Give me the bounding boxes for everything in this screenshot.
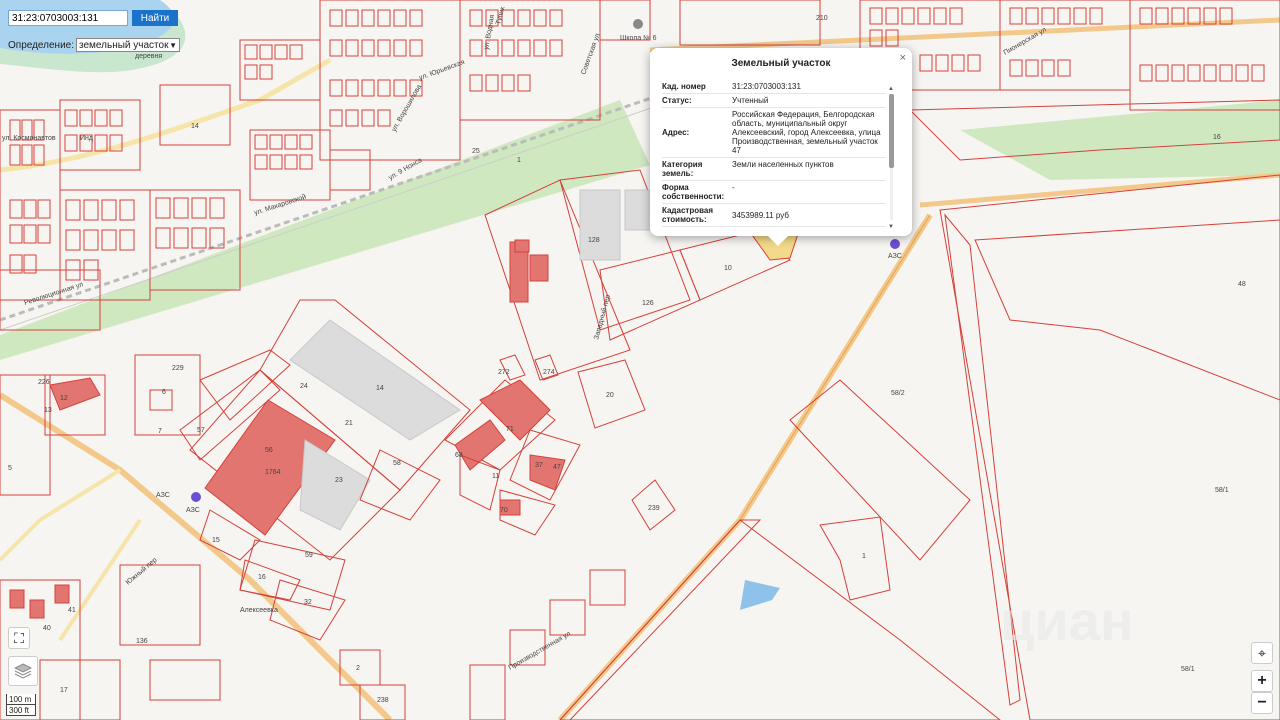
svg-text:16: 16 [1213, 134, 1221, 141]
svg-text:23: 23 [335, 477, 343, 484]
gas-station-icon[interactable] [890, 239, 900, 249]
svg-text:20: 20 [606, 392, 614, 399]
svg-text:13: 13 [44, 407, 52, 414]
popup-row: Кадастровая стоимость: 3453989.11 руб [662, 204, 886, 227]
definition-label: Определение: [8, 39, 75, 51]
svg-text:210: 210 [816, 15, 828, 22]
definition-row: Определение: земельный участок ▼ [8, 38, 181, 52]
svg-text:25: 25 [472, 148, 480, 155]
svg-text:12: 12 [60, 395, 68, 402]
svg-text:1: 1 [862, 553, 866, 560]
scale-bar: 100 m 300 ft [6, 694, 36, 716]
svg-text:1: 1 [517, 157, 521, 164]
label-street-kosmonavtov: ул. Космонавтов [2, 135, 56, 142]
svg-text:58: 58 [393, 460, 401, 467]
close-icon[interactable]: × [900, 52, 906, 64]
popup-row: Категория земель: Земли населенных пункт… [662, 158, 886, 181]
svg-text:274: 274 [543, 369, 555, 376]
svg-text:136: 136 [136, 638, 148, 645]
scroll-down-icon[interactable]: ▼ [888, 224, 894, 230]
svg-text:68: 68 [455, 452, 463, 459]
svg-text:37: 37 [535, 462, 543, 469]
svg-text:70: 70 [500, 507, 508, 514]
popup-title: Земельный участок [731, 58, 831, 69]
fullscreen-button[interactable]: ⛶ [8, 627, 30, 649]
svg-text:57: 57 [197, 427, 205, 434]
label-azs-2: АЗС [186, 507, 200, 514]
label-azs-3: АЗС [156, 492, 170, 499]
svg-text:16: 16 [258, 574, 266, 581]
svg-text:1764: 1764 [265, 469, 281, 476]
svg-text:48: 48 [1238, 281, 1246, 288]
label-school: Школа № 6 [620, 35, 657, 42]
svg-text:239: 239 [648, 505, 660, 512]
layers-button[interactable] [8, 656, 38, 686]
chevron-down-icon: ▼ [169, 40, 178, 50]
svg-text:11: 11 [492, 473, 499, 480]
svg-text:40: 40 [43, 625, 51, 632]
svg-text:58/1: 58/1 [1181, 666, 1195, 673]
svg-text:238: 238 [377, 697, 389, 704]
label-ind: Инд [80, 135, 93, 142]
svg-text:10: 10 [724, 265, 732, 272]
popup-row: Статус: Учтенный [662, 94, 886, 108]
popup-row: Форма собственности: - [662, 181, 886, 204]
parcel-info-popup: Земельный участок × Кад. номер 31:23:070… [650, 48, 912, 236]
svg-text:128: 128 [588, 237, 600, 244]
layers-icon [14, 663, 32, 679]
scale-meters: 100 m [6, 694, 36, 705]
svg-text:7: 7 [158, 428, 162, 435]
svg-text:6: 6 [162, 389, 166, 396]
fullscreen-icon: ⛶ [14, 629, 24, 646]
scroll-up-icon[interactable]: ▲ [888, 86, 894, 92]
popup-body: Кад. номер 31:23:0703003:131 Статус: Учт… [662, 80, 886, 230]
search-input[interactable] [8, 10, 128, 26]
scale-feet: 300 ft [6, 705, 36, 716]
cadastral-map[interactable]: Школа № 6 деревня ул. Космонавтов ул. Ма… [0, 0, 1280, 720]
label-alekseevka: Алексеевка [240, 607, 278, 614]
locate-button[interactable]: ⌖ [1251, 642, 1273, 664]
scrollbar-thumb[interactable] [889, 94, 894, 168]
svg-text:15: 15 [212, 537, 220, 544]
svg-text:2: 2 [356, 665, 360, 672]
popup-row: Уточненная [662, 227, 886, 230]
popup-row: Адрес: Российская Федерация, Белгородска… [662, 108, 886, 158]
popup-row: Кад. номер 31:23:0703003:131 [662, 80, 886, 94]
label-azs-1: АЗС [888, 253, 902, 260]
search-button[interactable]: Найти [132, 10, 178, 26]
svg-text:14: 14 [376, 385, 384, 392]
zoom-in-button[interactable]: + [1251, 670, 1273, 692]
search-bar: Найти [8, 10, 180, 26]
popup-scrollbar[interactable]: ▲ ▼ [888, 86, 894, 234]
svg-text:14: 14 [191, 123, 199, 130]
definition-select[interactable]: земельный участок ▼ [76, 38, 181, 52]
svg-text:24: 24 [300, 383, 308, 390]
svg-text:58/2: 58/2 [891, 390, 905, 397]
school-icon[interactable] [633, 19, 643, 29]
zoom-out-button[interactable]: − [1251, 692, 1273, 714]
watermark: циан [1000, 589, 1134, 652]
svg-text:126: 126 [642, 300, 654, 307]
svg-text:226: 226 [38, 379, 50, 386]
svg-text:21: 21 [345, 420, 353, 427]
svg-text:17: 17 [60, 687, 68, 694]
popup-pointer [768, 236, 788, 246]
locate-icon: ⌖ [1258, 644, 1266, 661]
svg-text:229: 229 [172, 365, 184, 372]
gas-station-icon[interactable] [191, 492, 201, 502]
svg-text:272: 272 [498, 369, 510, 376]
svg-text:59: 59 [305, 552, 313, 559]
svg-text:58/1: 58/1 [1215, 487, 1229, 494]
svg-text:56: 56 [265, 447, 273, 454]
svg-text:71: 71 [506, 426, 514, 433]
svg-text:5: 5 [8, 465, 12, 472]
svg-text:41: 41 [68, 607, 76, 614]
svg-text:32: 32 [304, 599, 312, 606]
definition-value: земельный участок [79, 39, 169, 51]
svg-text:47: 47 [553, 464, 561, 471]
label-village: деревня [135, 53, 162, 60]
